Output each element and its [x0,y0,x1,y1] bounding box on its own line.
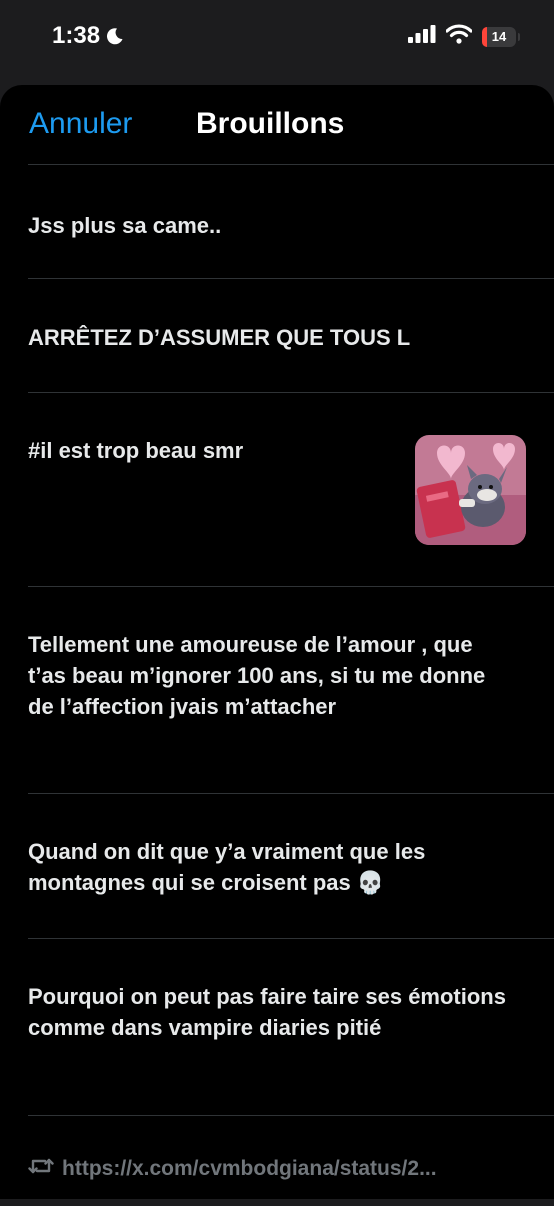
status-time: 1:38 [52,22,124,50]
sheet-header: Annuler Brouillons [0,85,554,165]
draft-text: ARRÊTEZ D’ASSUMER QUE TOUS L [28,325,411,350]
drafts-sheet: Annuler Brouillons Jss plus sa came.. AR… [0,85,554,1199]
wifi-icon [445,24,473,49]
draft-list: Jss plus sa came.. ARRÊTEZ D’ASSUMER QUE… [0,164,554,1206]
repost-icon [28,1156,54,1182]
battery-level: 14 [491,29,507,44]
battery-fill [482,26,487,47]
draft-text: #il est trop beau smr [28,438,244,463]
battery-icon: 14 [482,26,520,47]
draft-text: Pourquoi on peut pas faire taire ses émo… [28,984,506,1040]
draft-text: Quand on dit que y’a vraiment que les mo… [28,839,426,895]
draft-item[interactable]: Tellement une amoureuse de l’amour , que… [0,587,554,793]
draft-item[interactable]: ARRÊTEZ D’ASSUMER QUE TOUS L [0,279,554,392]
draft-item[interactable]: Pourquoi on peut pas faire taire ses émo… [0,939,554,1115]
status-bar: 1:38 14 [0,0,554,85]
draft-item[interactable]: https://x.com/cvmbodgiana/status/2... [0,1116,554,1206]
cellular-signal-icon [408,25,436,48]
page-title: Brouillons [196,107,345,140]
cancel-button[interactable]: Annuler [29,107,132,141]
cartoon-cat-image [415,435,526,545]
draft-image-thumbnail[interactable] [415,435,526,545]
clock-label: 1:38 [52,22,101,49]
draft-item[interactable]: Quand on dit que y’a vraiment que les mo… [0,794,554,938]
draft-text: Jss plus sa came.. [28,213,222,238]
moon-icon [106,27,124,45]
repost-link: https://x.com/cvmbodgiana/status/2... [62,1157,437,1180]
draft-item[interactable]: #il est trop beau smr [0,393,554,586]
draft-text: Tellement une amoureuse de l’amour , que… [28,632,486,719]
battery-nub [518,32,520,41]
repost-row: https://x.com/cvmbodgiana/status/2... [28,1156,526,1182]
status-indicators: 14 [408,24,520,49]
draft-item[interactable]: Jss plus sa came.. [0,165,554,278]
